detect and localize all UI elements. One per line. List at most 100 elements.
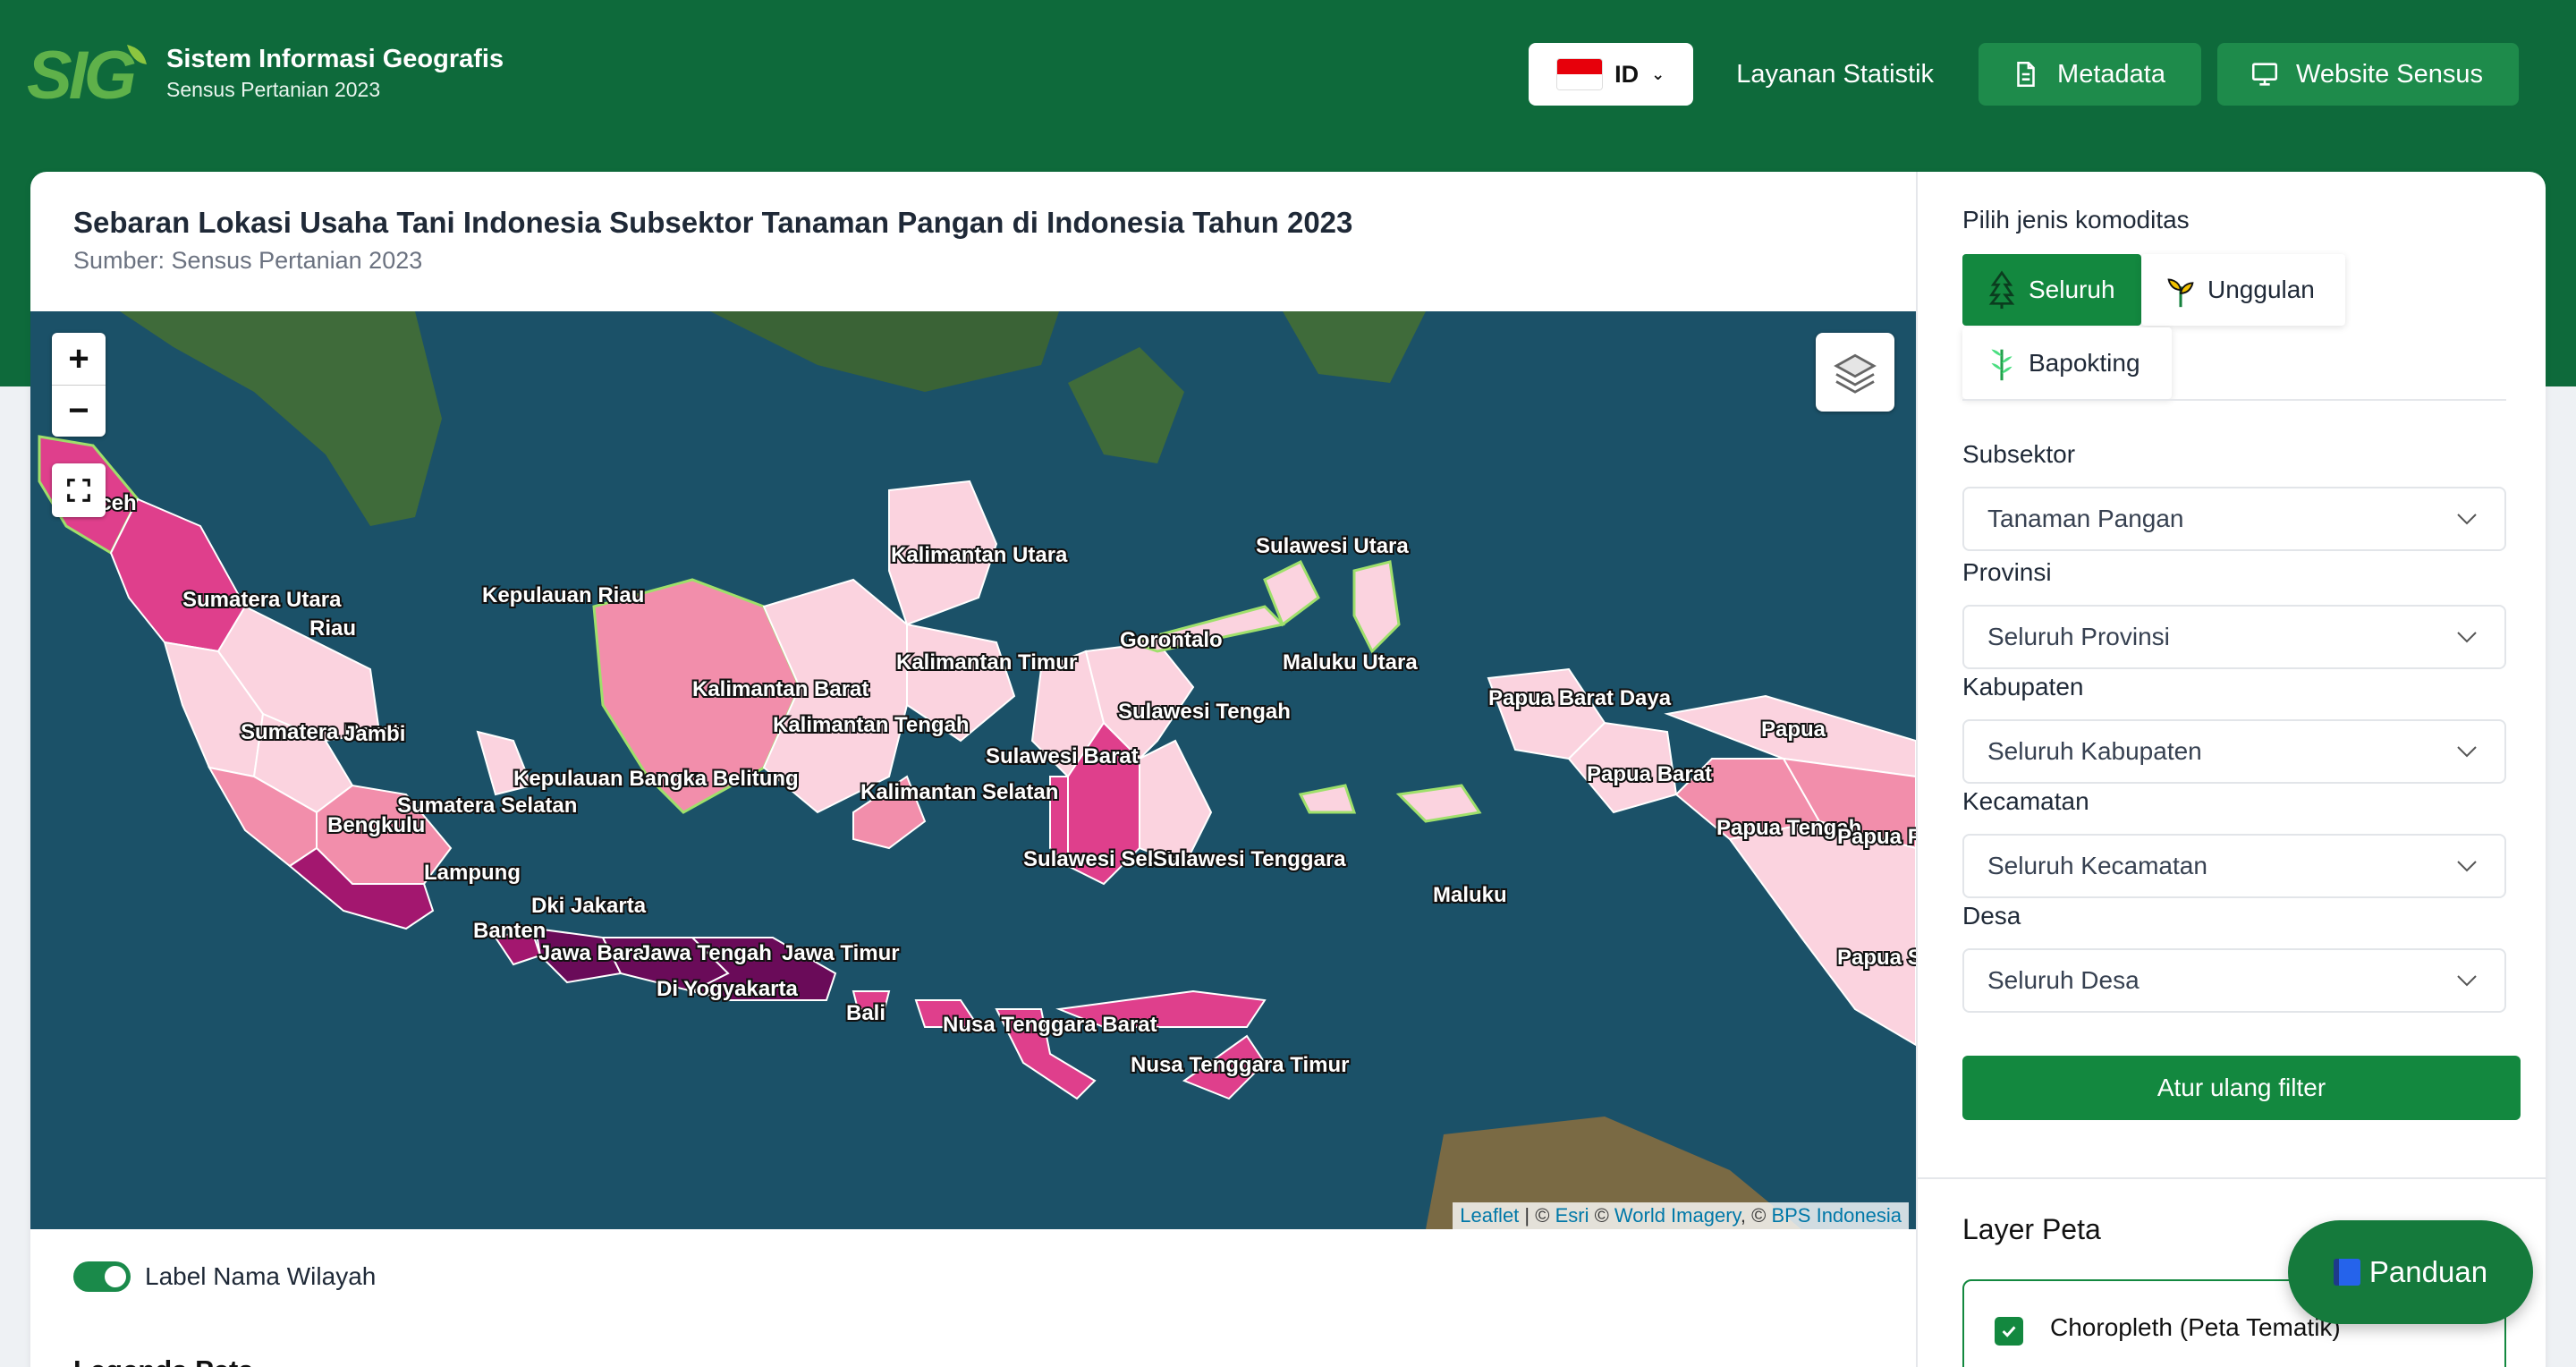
- layer-choropleth-label: Choropleth (Peta Tematik): [2050, 1313, 2341, 1341]
- brand[interactable]: SIG Sistem Informasi Geografis Sensus Pe…: [27, 39, 504, 107]
- label-sulut: Sulawesi Utara: [1256, 534, 1409, 558]
- label-bengkulu: Bengkulu: [327, 813, 425, 837]
- label-sumut: Sumatera Utara: [182, 588, 342, 612]
- provinsi-select[interactable]: Seluruh Provinsi: [1962, 605, 2506, 669]
- map-attribution: Leaflet | © Esri © World Imagery, © BPS …: [1453, 1202, 1909, 1229]
- website-sensus-button[interactable]: Website Sensus: [2216, 43, 2519, 106]
- label-gorontalo: Gorontalo: [1120, 628, 1223, 652]
- esri-link[interactable]: Esri: [1555, 1204, 1589, 1227]
- language-select[interactable]: ID ⌄: [1529, 43, 1694, 106]
- label-ntt: Nusa Tenggara Timur: [1131, 1053, 1350, 1077]
- label-maluku: Maluku: [1433, 883, 1507, 907]
- label-nama-wilayah-text: Label Nama Wilayah: [145, 1262, 377, 1290]
- panel-divider: [1962, 399, 2506, 401]
- desa-value: Seluruh Desa: [1987, 966, 2140, 994]
- desa-label: Desa: [1962, 902, 2021, 930]
- label-ps: Papua Selatan: [1837, 946, 1916, 970]
- metadata-button[interactable]: Metadata: [1979, 43, 2201, 106]
- svg-text:SIG: SIG: [27, 39, 135, 107]
- label-bali: Bali: [846, 1001, 886, 1025]
- commodity-label: Pilih jenis komoditas: [1962, 206, 2190, 233]
- sig-logo: SIG: [27, 39, 147, 107]
- app-title: Sistem Informasi Geografis: [166, 45, 504, 73]
- checkbox-checked-icon[interactable]: [1995, 1317, 2023, 1346]
- main-card: Sebaran Lokasi Usaha Tani Indonesia Subs…: [30, 172, 2546, 1367]
- label-kalsel: Kalimantan Selatan: [860, 780, 1058, 804]
- seg-unggulan-label: Unggulan: [2207, 276, 2315, 303]
- seg-bapokting[interactable]: Bapokting: [1962, 327, 2172, 399]
- subsektor-label: Subsektor: [1962, 440, 2076, 468]
- panduan-button[interactable]: Panduan: [2288, 1220, 2533, 1324]
- world-imagery-link[interactable]: World Imagery: [1614, 1204, 1741, 1227]
- label-pb: Papua Barat: [1587, 762, 1712, 786]
- fullscreen-icon: [67, 479, 90, 502]
- kecamatan-value: Seluruh Kecamatan: [1987, 852, 2207, 879]
- label-jatim: Jawa Timur: [782, 941, 900, 965]
- seg-bapokting-label: Bapokting: [2029, 349, 2140, 377]
- label-kalteng: Kalimantan Tengah: [773, 713, 970, 737]
- map-section: Sebaran Lokasi Usaha Tani Indonesia Subs…: [30, 172, 1916, 1367]
- label-banten: Banten: [473, 919, 546, 943]
- seg-seluruh-label: Seluruh: [2029, 276, 2115, 303]
- kabupaten-select[interactable]: Seluruh Kabupaten: [1962, 719, 2506, 784]
- herb-icon: [1991, 349, 2012, 381]
- provinsi-value: Seluruh Provinsi: [1987, 623, 2170, 650]
- label-kaltara: Kalimantan Utara: [891, 543, 1068, 567]
- fullscreen-button[interactable]: [52, 463, 106, 517]
- reset-filter-button[interactable]: Atur ulang filter: [1962, 1056, 2521, 1120]
- monitor-icon: [2251, 63, 2277, 86]
- map-source: Sumber: Sensus Pertanian 2023: [73, 247, 423, 274]
- label-papua: Papua: [1761, 717, 1826, 742]
- website-sensus-button-label: Website Sensus: [2295, 59, 2483, 89]
- tree-icon: [1988, 270, 2015, 310]
- label-pp: Papua Pegunungan: [1837, 825, 1916, 849]
- app-subtitle: Sensus Pertanian 2023: [166, 78, 381, 101]
- label-kaltim: Kalimantan Timur: [896, 650, 1077, 675]
- seg-seluruh[interactable]: Seluruh: [1962, 254, 2141, 326]
- book-icon: [2333, 1259, 2360, 1286]
- zoom-in-button[interactable]: +: [52, 333, 106, 385]
- legend-title: Legenda Peta: [73, 1354, 254, 1367]
- label-nama-wilayah-toggle[interactable]: [73, 1261, 131, 1292]
- seg-unggulan[interactable]: Unggulan: [2141, 254, 2345, 326]
- language-code: ID: [1614, 60, 1640, 88]
- panduan-label: Panduan: [2368, 1255, 2488, 1288]
- chevron-down-icon: [2457, 514, 2477, 525]
- kecamatan-select[interactable]: Seluruh Kecamatan: [1962, 834, 2506, 898]
- label-sultra: Sulawesi Tenggara: [1153, 847, 1346, 871]
- label-lampung: Lampung: [424, 861, 521, 885]
- layers-icon: [1834, 353, 1877, 394]
- top-nav: ID ⌄ Layanan Statistik Metadata Website …: [1529, 43, 2519, 106]
- desa-select[interactable]: Seluruh Desa: [1962, 948, 2506, 1013]
- label-toggle-row: Label Nama Wilayah: [73, 1261, 376, 1292]
- filter-panel: Pilih jenis komoditas Seluruh Unggulan B…: [1916, 172, 2546, 1367]
- leaflet-link[interactable]: Leaflet: [1460, 1204, 1519, 1227]
- label-jabar: Jawa Barat: [538, 941, 652, 965]
- subsektor-select[interactable]: Tanaman Pangan: [1962, 487, 2506, 551]
- label-jateng: Jawa Tengah: [639, 941, 772, 965]
- map-tiles[interactable]: Aceh Sumatera Utara Riau Kepulauan Riau …: [30, 311, 1916, 1229]
- label-diy: Di Yogyakarta: [657, 977, 799, 1001]
- map-canvas[interactable]: Aceh Sumatera Utara Riau Kepulauan Riau …: [30, 311, 1916, 1229]
- label-dki: Dki Jakarta: [531, 894, 647, 918]
- label-malut: Maluku Utara: [1283, 650, 1418, 675]
- kecamatan-label: Kecamatan: [1962, 787, 2089, 815]
- subsektor-value: Tanaman Pangan: [1987, 505, 2184, 532]
- layer-switcher-button[interactable]: [1816, 333, 1894, 412]
- kabupaten-label: Kabupaten: [1962, 673, 2084, 700]
- label-riau: Riau: [309, 616, 356, 641]
- label-sulteng: Sulawesi Tengah: [1118, 700, 1291, 724]
- provinsi-label: Provinsi: [1962, 558, 2052, 586]
- label-sulbar: Sulawesi Barat: [986, 744, 1139, 768]
- bps-link[interactable]: BPS Indonesia: [1771, 1204, 1902, 1227]
- label-pbd: Papua Barat Daya: [1488, 686, 1672, 710]
- layanan-statistik-link[interactable]: Layanan Statistik: [1709, 60, 1962, 89]
- metadata-button-label: Metadata: [2057, 59, 2165, 89]
- map-title: Sebaran Lokasi Usaha Tani Indonesia Subs…: [73, 206, 1353, 239]
- zoom-out-button[interactable]: −: [52, 385, 106, 437]
- kabupaten-value: Seluruh Kabupaten: [1987, 737, 2202, 765]
- indonesia-flag-icon: [1557, 59, 1603, 89]
- label-kepri: Kepulauan Riau: [482, 583, 644, 607]
- chevron-down-icon: [2457, 632, 2477, 643]
- zoom-control: + −: [52, 333, 106, 437]
